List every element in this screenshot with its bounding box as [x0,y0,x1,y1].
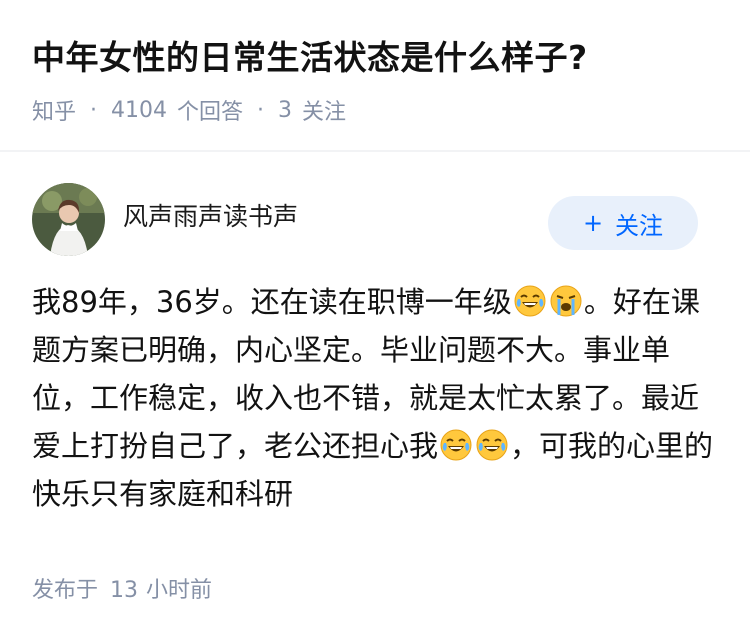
question-header: 中年女性的日常生活状态是什么样子? 知乎 · 4104 个回答 · 3 关注 [0,0,750,150]
author-name[interactable]: 风声雨声读书声 [123,197,548,233]
follow-button-label: 关注 [615,211,664,240]
author-row: 风声雨声读书声 + 关注 [0,152,750,256]
published-prefix: 发布于 [32,578,99,603]
laugh-cry-emoji [440,429,472,461]
published-num: 13 [110,578,139,603]
laugh-cry-emoji [476,429,508,461]
sob-emoji [550,285,582,317]
question-meta: 知乎 · 4104 个回答 · 3 关注 [32,90,718,130]
source-label[interactable]: 知乎 [32,94,76,126]
plus-icon: + [582,209,604,237]
answer-footer: 发布于 13 小时前 [0,546,750,604]
follow-count-label[interactable]: 关注 [302,94,346,126]
laugh-cry-emoji [514,285,546,317]
answer-text-part1: 我89年，36岁。还在读在职博一年级 [32,285,512,319]
avatar[interactable] [32,182,105,256]
separator-dot: · [90,97,98,123]
follow-button[interactable]: + 关注 [548,196,698,250]
separator-dot: · [257,97,265,123]
answer-count: 4104 [111,97,168,123]
answer-content: 我89年，36岁。还在读在职博一年级 。好在课题方案已明确，内心坚定。毕业问题不大… [0,256,750,546]
answer-count-label[interactable]: 个回答 [177,94,243,126]
follow-count: 3 [278,97,293,123]
question-title[interactable]: 中年女性的日常生活状态是什么样子? [32,34,718,82]
published-suffix: 小时前 [146,578,213,603]
